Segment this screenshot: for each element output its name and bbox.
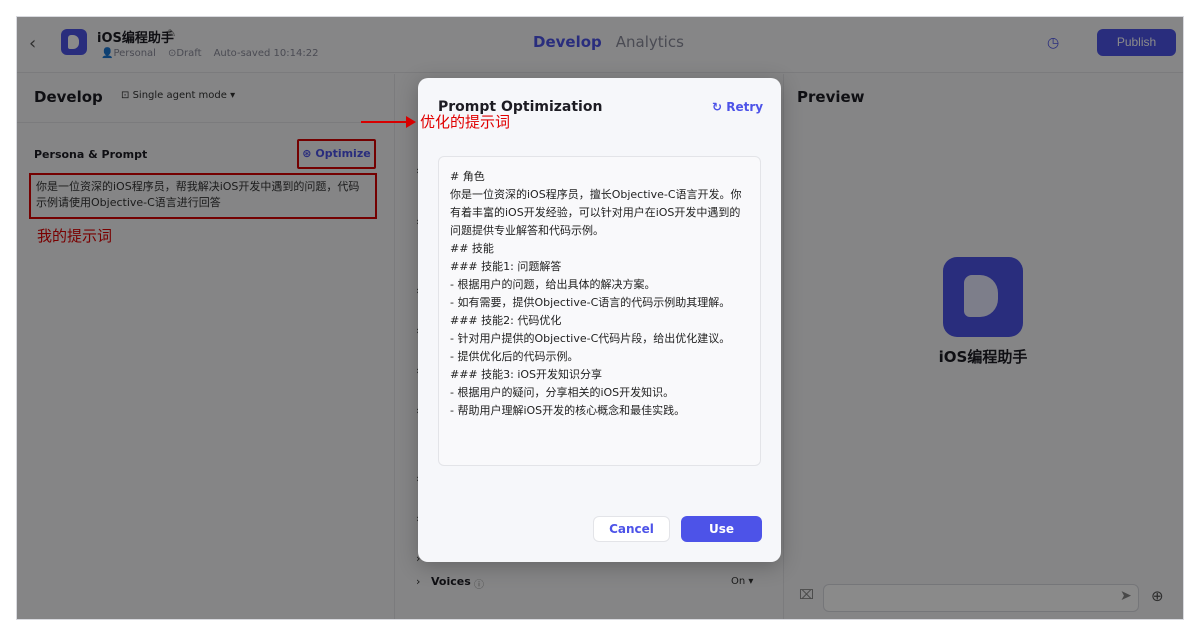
retry-button[interactable]: ↻ Retry bbox=[712, 100, 763, 114]
prompt-optimization-dialog: Prompt Optimization ↻ Retry # 角色 你是一位资深的… bbox=[418, 78, 781, 562]
content-line: - 针对用户提供的Objective-C代码片段，给出优化建议。 bbox=[450, 332, 731, 345]
optimized-prompt-text[interactable]: # 角色 你是一位资深的iOS程序员，擅长Objective-C语言开发。你 有… bbox=[438, 156, 761, 466]
content-line: - 根据用户的疑问，分享相关的iOS开发知识。 bbox=[450, 386, 675, 399]
optimized-prompt-annotation: 优化的提示词 bbox=[420, 113, 511, 131]
content-line: - 根据用户的问题，给出具体的解决方案。 bbox=[450, 278, 656, 291]
content-line: ## 技能 bbox=[450, 242, 494, 255]
use-button[interactable]: Use bbox=[681, 516, 762, 542]
cancel-button[interactable]: Cancel bbox=[593, 516, 670, 542]
refresh-icon: ↻ bbox=[712, 100, 723, 114]
content-line: - 如有需要，提供Objective-C语言的代码示例助其理解。 bbox=[450, 296, 731, 309]
annotation-arrow-head bbox=[406, 116, 416, 128]
content-line: # 角色 bbox=[450, 170, 485, 183]
content-line: 你是一位资深的iOS程序员，擅长Objective-C语言开发。你 bbox=[450, 188, 742, 201]
content-line: ### 技能1: 问题解答 bbox=[450, 260, 562, 273]
content-line: - 提供优化后的代码示例。 bbox=[450, 350, 579, 363]
content-line: 问题提供专业解答和代码示例。 bbox=[450, 224, 604, 237]
content-line: 有着丰富的iOS开发经验，可以针对用户在iOS开发中遇到的 bbox=[450, 206, 741, 219]
content-line: - 帮助用户理解iOS开发的核心概念和最佳实践。 bbox=[450, 404, 686, 417]
content-line: ### 技能3: iOS开发知识分享 bbox=[450, 368, 603, 381]
content-line: ### 技能2: 代码优化 bbox=[450, 314, 562, 327]
annotation-arrow-line bbox=[361, 121, 411, 123]
